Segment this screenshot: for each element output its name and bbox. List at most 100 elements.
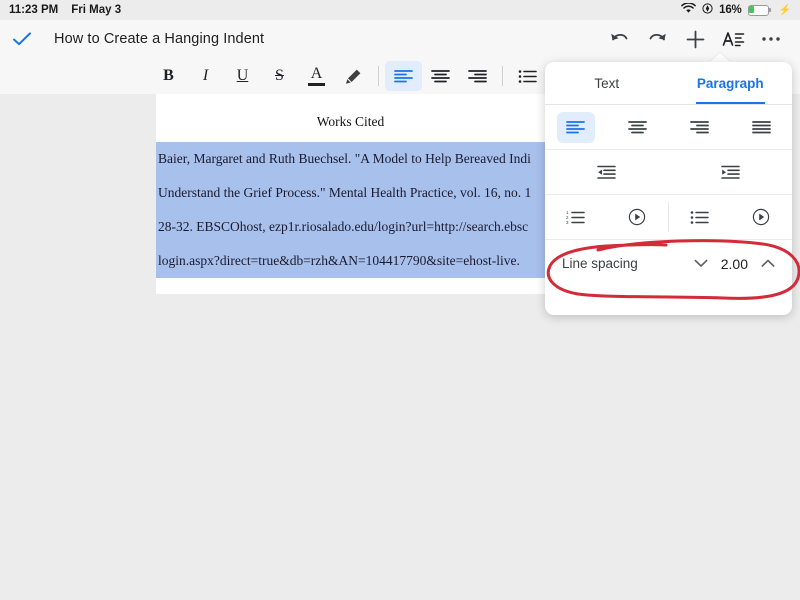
location-icon: [702, 3, 713, 17]
battery-percent: 16%: [719, 4, 741, 16]
align-center-cell[interactable]: [607, 105, 669, 149]
checkmark-icon: [12, 31, 32, 47]
tab-text[interactable]: Text: [545, 62, 669, 104]
highlighter-icon: [344, 67, 363, 86]
bulleted-list-icon: [518, 69, 537, 84]
align-center-icon: [431, 69, 450, 84]
bulleted-list-options-button[interactable]: [742, 202, 780, 233]
page-title[interactable]: How to Create a Hanging Indent: [54, 31, 264, 47]
plus-icon: [685, 29, 706, 50]
text-format-icon: [722, 29, 745, 49]
increase-indent-cell[interactable]: [669, 150, 793, 194]
align-left-button[interactable]: [385, 61, 422, 91]
align-left-icon: [566, 120, 585, 135]
status-date: Fri May 3: [71, 4, 121, 16]
line-spacing-decrease-button[interactable]: [694, 259, 708, 268]
decrease-indent-button[interactable]: [588, 157, 626, 188]
bulleted-list-button[interactable]: [509, 61, 546, 91]
text-color-swatch: [308, 83, 325, 86]
alignment-row: [545, 105, 792, 150]
tab-text-label: Text: [594, 76, 619, 91]
list-row: 1 2 3: [545, 195, 792, 240]
line-spacing-stepper: 2.00: [694, 256, 775, 272]
app-root: 11:23 PM Fri May 3 16%: [0, 0, 800, 600]
chevron-down-icon: [694, 259, 708, 268]
numbered-list-cell[interactable]: 1 2 3: [545, 195, 607, 239]
popover-tabs: Text Paragraph: [545, 62, 792, 105]
panel-align-justify-button[interactable]: [742, 112, 780, 143]
chevron-up-icon: [761, 259, 775, 268]
decrease-indent-icon: [597, 165, 616, 180]
italic-button[interactable]: I: [187, 61, 224, 91]
redo-button[interactable]: [638, 20, 676, 58]
align-right-button[interactable]: [459, 61, 496, 91]
align-center-icon: [628, 120, 647, 135]
citation-line: login.aspx?direct=true&db=rzh&AN=1044177…: [156, 244, 545, 278]
battery-charging-icon: [748, 5, 772, 16]
line-spacing-row: Line spacing 2.00: [545, 240, 792, 287]
text-color-label: A: [311, 66, 323, 82]
tab-paragraph-label: Paragraph: [697, 76, 764, 91]
align-right-icon: [690, 120, 709, 135]
align-right-cell[interactable]: [669, 105, 731, 149]
citation-line: 28-32. EBSCOhost, ezp1r.riosalado.edu/lo…: [156, 210, 545, 244]
done-button[interactable]: [0, 20, 44, 58]
increase-indent-button[interactable]: [711, 157, 749, 188]
bulleted-list-options-icon: [752, 208, 770, 226]
tab-paragraph[interactable]: Paragraph: [669, 62, 793, 104]
wifi-icon: [681, 3, 696, 17]
redo-icon: [647, 30, 668, 48]
undo-icon: [609, 30, 630, 48]
increase-indent-icon: [721, 165, 740, 180]
undo-button[interactable]: [600, 20, 638, 58]
align-left-cell[interactable]: [545, 105, 607, 149]
strikethrough-button[interactable]: S: [261, 61, 298, 91]
bold-button[interactable]: B: [150, 61, 187, 91]
citation-line: Understand the Grief Process." Mental He…: [156, 176, 545, 210]
line-spacing-value: 2.00: [721, 256, 748, 272]
numbered-list-icon: 1 2 3: [566, 210, 585, 225]
align-right-icon: [468, 69, 487, 84]
status-bar-right: 16% ⚡: [681, 3, 791, 17]
line-spacing-label: Line spacing: [562, 256, 638, 271]
document-page[interactable]: Works Cited Baier, Margaret and Ruth Bue…: [156, 94, 545, 294]
decrease-indent-cell[interactable]: [545, 150, 669, 194]
line-spacing-increase-button[interactable]: [761, 259, 775, 268]
align-left-icon: [394, 69, 413, 84]
format-popover: Text Paragraph: [545, 62, 792, 315]
underline-button[interactable]: U: [224, 61, 261, 91]
italic-label: I: [203, 67, 208, 85]
citation-line: Baier, Margaret and Ruth Buechsel. "A Mo…: [156, 142, 545, 176]
text-color-button[interactable]: A: [298, 61, 335, 91]
panel-align-center-button[interactable]: [619, 112, 657, 143]
numbered-list-options-icon: [628, 208, 646, 226]
status-time: 11:23 PM: [9, 4, 58, 16]
bold-label: B: [163, 67, 174, 85]
bulleted-list-options-cell[interactable]: [731, 195, 793, 239]
panel-align-left-button[interactable]: [557, 112, 595, 143]
status-bar: 11:23 PM Fri May 3 16%: [0, 0, 800, 20]
indent-row: [545, 150, 792, 195]
more-options-button[interactable]: [752, 20, 790, 58]
underline-label: U: [237, 67, 249, 85]
numbered-list-options-cell[interactable]: [607, 195, 669, 239]
panel-bulleted-list-button[interactable]: [681, 202, 719, 233]
align-center-button[interactable]: [422, 61, 459, 91]
citation-block[interactable]: Baier, Margaret and Ruth Buechsel. "A Mo…: [156, 142, 545, 278]
overflow-menu-icon: [761, 36, 781, 42]
status-bar-left: 11:23 PM Fri May 3: [9, 4, 121, 16]
bulleted-list-cell[interactable]: [669, 195, 731, 239]
panel-align-right-button[interactable]: [680, 112, 718, 143]
align-justify-cell[interactable]: [730, 105, 792, 149]
strikethrough-label: S: [275, 67, 284, 85]
toolbar-divider: [378, 66, 379, 86]
charging-bolt-icon: ⚡: [779, 5, 791, 16]
highlight-button[interactable]: [335, 61, 372, 91]
numbered-list-options-button[interactable]: [618, 202, 656, 233]
svg-text:3: 3: [566, 220, 569, 225]
align-justify-icon: [752, 120, 771, 135]
numbered-list-button[interactable]: 1 2 3: [557, 202, 595, 233]
bulleted-list-icon: [690, 210, 709, 225]
top-bar-actions: [600, 20, 800, 58]
toolbar-divider-2: [502, 66, 503, 86]
